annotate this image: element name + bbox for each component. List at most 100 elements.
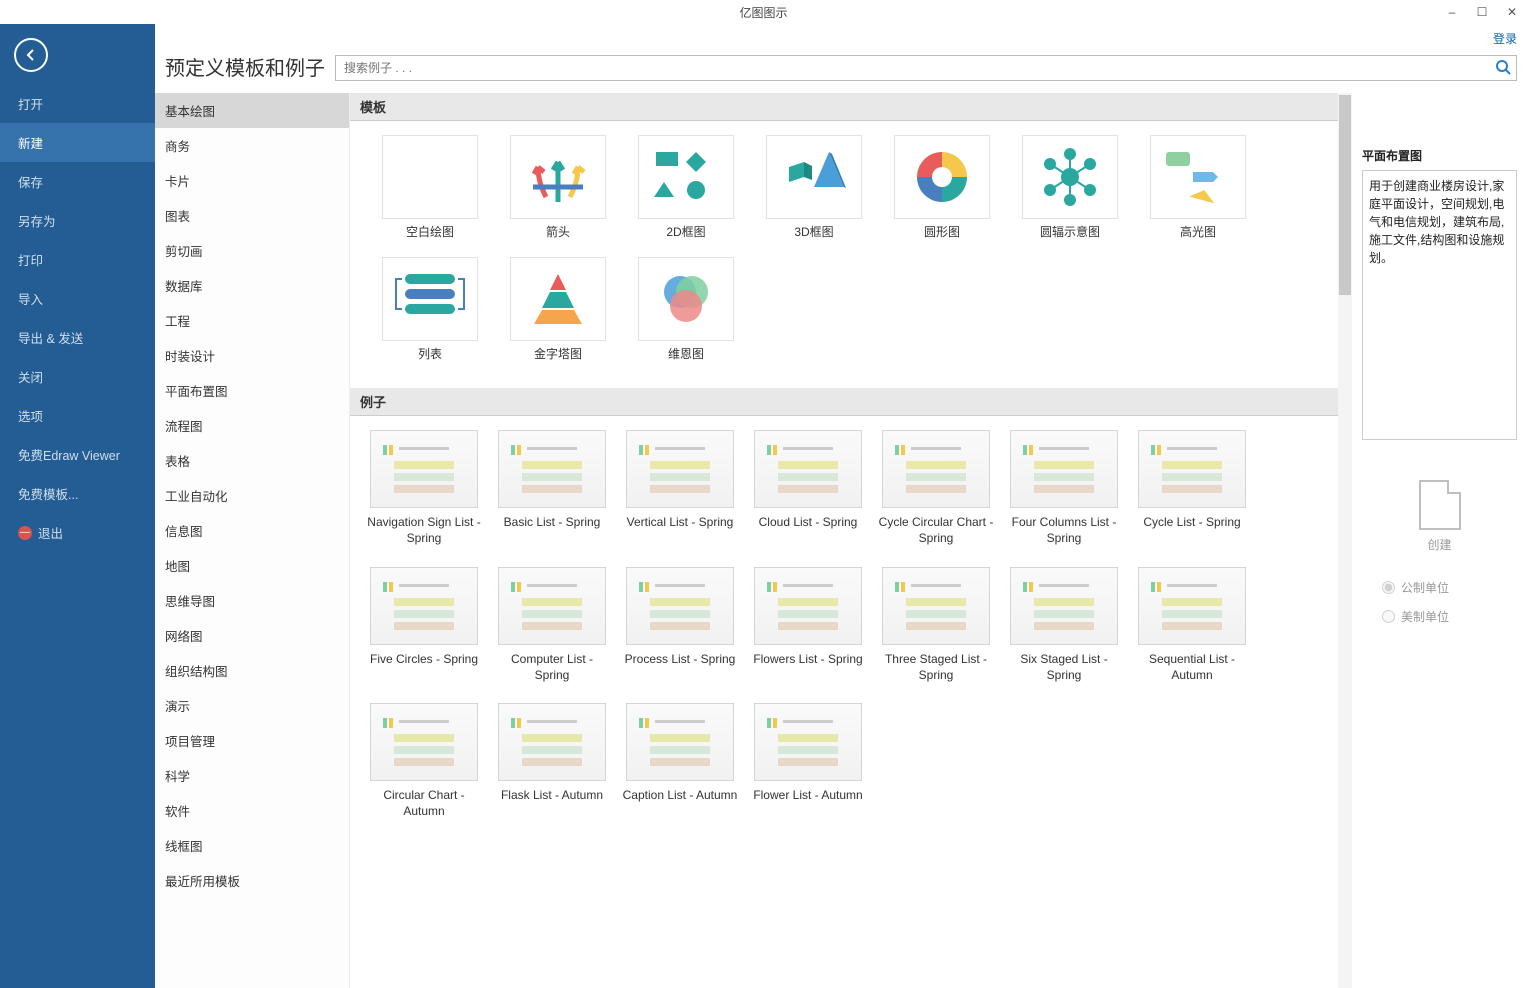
nav-item-save[interactable]: 保存 [0,162,155,201]
category-item[interactable]: 软件 [155,793,349,828]
nav-item-print[interactable]: 打印 [0,240,155,279]
category-item[interactable]: 网络图 [155,618,349,653]
example-thumb [498,430,606,508]
unit-imperial-radio[interactable]: 美制单位 [1382,608,1517,625]
unit-metric-radio[interactable]: 公制单位 [1382,579,1517,596]
example-card[interactable]: Process List - Spring [616,567,744,683]
example-label: Three Staged List - Spring [872,651,1000,683]
example-card[interactable]: Caption List - Autumn [616,703,744,819]
template-card[interactable]: 列表 [366,257,494,363]
category-item[interactable]: 项目管理 [155,723,349,758]
example-card[interactable]: Basic List - Spring [488,430,616,546]
example-card[interactable]: Four Columns List - Spring [1000,430,1128,546]
category-item[interactable]: 剪切画 [155,233,349,268]
example-thumb [370,430,478,508]
template-thumb [894,135,990,219]
minimize-button[interactable]: – [1437,0,1467,24]
category-item[interactable]: 流程图 [155,408,349,443]
category-item[interactable]: 工业自动化 [155,478,349,513]
template-card[interactable]: 2D框图 [622,135,750,241]
category-item[interactable]: 卡片 [155,163,349,198]
example-card[interactable]: Sequential List - Autumn [1128,567,1256,683]
nav-item-viewer[interactable]: 免费Edraw Viewer [0,435,155,474]
category-item[interactable]: 思维导图 [155,583,349,618]
example-card[interactable]: Flowers List - Spring [744,567,872,683]
template-card[interactable]: 3D框图 [750,135,878,241]
example-thumb [626,567,734,645]
category-item[interactable]: 图表 [155,198,349,233]
template-thumb [1022,135,1118,219]
scrollbar[interactable] [1338,93,1352,988]
search-input[interactable] [335,55,1517,81]
example-label: Four Columns List - Spring [1000,514,1128,546]
example-card[interactable]: Navigation Sign List - Spring [360,430,488,546]
template-card[interactable]: 维恩图 [622,257,750,363]
template-card[interactable]: 高光图 [1134,135,1262,241]
category-item[interactable]: 表格 [155,443,349,478]
category-item[interactable]: 地图 [155,548,349,583]
category-item[interactable]: 基本绘图 [155,93,349,128]
example-thumb [498,703,606,781]
example-card[interactable]: Flower List - Autumn [744,703,872,819]
category-item[interactable]: 工程 [155,303,349,338]
page-title: 预定义模板和例子 [155,24,325,93]
example-label: Cloud List - Spring [744,514,872,530]
example-label: Five Circles - Spring [360,651,488,667]
template-thumb [766,135,862,219]
template-card[interactable]: 金字塔图 [494,257,622,363]
category-item[interactable]: 信息图 [155,513,349,548]
nav-item-freetpl[interactable]: 免费模板... [0,474,155,513]
example-card[interactable]: Three Staged List - Spring [872,567,1000,683]
category-item[interactable]: 线框图 [155,828,349,863]
nav-item-options[interactable]: 选项 [0,396,155,435]
template-card[interactable]: 箭头 [494,135,622,241]
example-thumb [1010,567,1118,645]
category-item[interactable]: 平面布置图 [155,373,349,408]
create-button[interactable]: 创建 [1408,480,1472,553]
category-item[interactable]: 最近所用模板 [155,863,349,898]
example-label: Six Staged List - Spring [1000,651,1128,683]
example-card[interactable]: Six Staged List - Spring [1000,567,1128,683]
category-item[interactable]: 演示 [155,688,349,723]
back-button[interactable] [14,38,48,72]
example-card[interactable]: Cloud List - Spring [744,430,872,546]
maximize-button[interactable]: ☐ [1467,0,1497,24]
example-card[interactable]: Cycle Circular Chart - Spring [872,430,1000,546]
template-thumb [1150,135,1246,219]
nav-item-import[interactable]: 导入 [0,279,155,318]
document-icon [1419,480,1461,530]
arrow-left-icon [23,47,39,63]
example-card[interactable]: Flask List - Autumn [488,703,616,819]
nav-item-exit[interactable]: —退出 [0,513,155,552]
template-label: 圆辐示意图 [1006,225,1134,241]
nav-item-saveas[interactable]: 另存为 [0,201,155,240]
example-card[interactable]: Five Circles - Spring [360,567,488,683]
example-label: Cycle Circular Chart - Spring [872,514,1000,546]
template-card[interactable]: 圆辐示意图 [1006,135,1134,241]
category-item[interactable]: 科学 [155,758,349,793]
example-card[interactable]: Computer List - Spring [488,567,616,683]
example-card[interactable]: Vertical List - Spring [616,430,744,546]
nav-item-new[interactable]: 新建 [0,123,155,162]
category-item[interactable]: 组织结构图 [155,653,349,688]
category-item[interactable]: 时装设计 [155,338,349,373]
example-label: Caption List - Autumn [616,787,744,803]
example-thumb [498,567,606,645]
example-thumb [754,430,862,508]
example-card[interactable]: Circular Chart - Autumn [360,703,488,819]
nav-item-export[interactable]: 导出 & 发送 [0,318,155,357]
template-card[interactable]: 空白绘图 [366,135,494,241]
category-item[interactable]: 商务 [155,128,349,163]
description-box: 用于创建商业楼房设计,家庭平面设计，空间规划,电气和电信规划，建筑布局,施工文件… [1362,170,1517,440]
search-icon[interactable] [1495,59,1511,78]
category-item[interactable]: 数据库 [155,268,349,303]
login-link[interactable]: 登录 [1493,30,1517,47]
example-thumb [754,567,862,645]
nav-item-close[interactable]: 关闭 [0,357,155,396]
template-card[interactable]: 圆形图 [878,135,1006,241]
close-button[interactable]: ✕ [1497,0,1527,24]
example-card[interactable]: Cycle List - Spring [1128,430,1256,546]
example-label: Cycle List - Spring [1128,514,1256,530]
nav-item-open[interactable]: 打开 [0,84,155,123]
template-label: 空白绘图 [366,225,494,241]
